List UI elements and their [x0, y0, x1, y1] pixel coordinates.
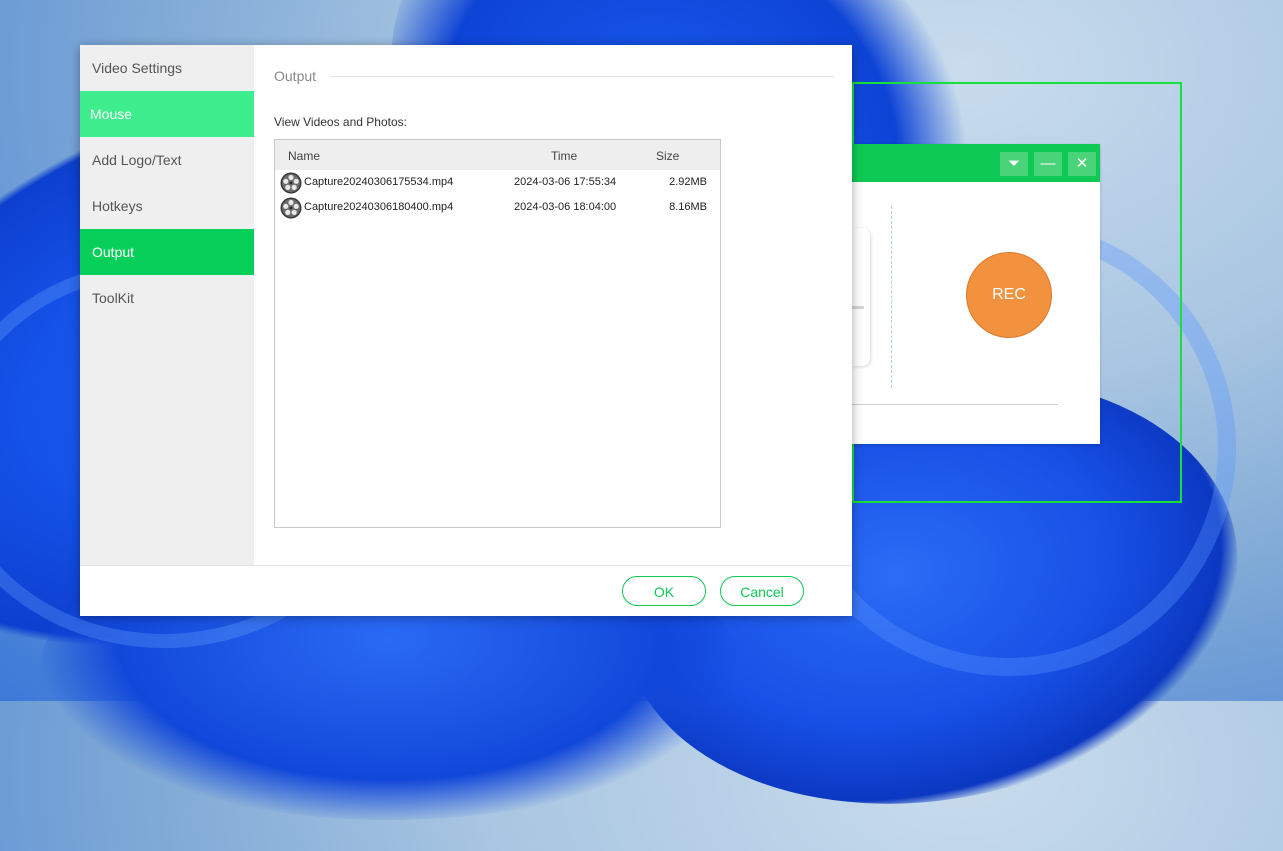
output-panel: Output View Videos and Photos: Name Time…	[254, 45, 852, 565]
sidebar-item-add-logo-text[interactable]: Add Logo/Text	[80, 137, 254, 183]
dashed-divider	[891, 206, 892, 388]
file-list-header: Name Time Size	[275, 140, 720, 170]
rec-button[interactable]: REC	[966, 252, 1052, 338]
section-title: Output	[274, 68, 317, 84]
file-row[interactable]: Capture20240306175534.mp4 2024-03-06 17:…	[275, 170, 720, 195]
file-name: Capture20240306180400.mp4	[304, 201, 454, 213]
film-reel-icon	[280, 197, 302, 219]
file-list[interactable]: Name Time Size Capture20240306175534.mp4…	[274, 139, 721, 528]
file-time: 2024-03-06 18:04:00	[514, 201, 617, 213]
file-name: Capture20240306175534.mp4	[304, 176, 454, 188]
column-header-time[interactable]: Time	[551, 149, 577, 163]
minimize-button[interactable]: —	[1034, 152, 1062, 176]
dropdown-menu-icon[interactable]: ⏷	[1000, 152, 1028, 176]
cancel-button[interactable]: Cancel	[720, 576, 804, 606]
settings-sidebar: Video Settings Mouse Add Logo/Text Hotke…	[80, 45, 254, 565]
sidebar-item-video-settings[interactable]: Video Settings	[80, 45, 254, 91]
film-reel-icon	[280, 172, 302, 194]
column-header-name[interactable]: Name	[288, 149, 320, 163]
file-size: 8.16MB	[669, 201, 707, 213]
sidebar-item-mouse[interactable]: Mouse	[80, 91, 254, 137]
file-list-label: View Videos and Photos:	[274, 115, 407, 129]
panel-divider	[852, 306, 864, 309]
recorder-titlebar[interactable]: ⏷ — ✕	[852, 144, 1100, 182]
dialog-footer: OK Cancel	[80, 565, 852, 616]
close-button[interactable]: ✕	[1068, 152, 1096, 176]
sidebar-item-output[interactable]: Output	[80, 229, 254, 275]
recorder-divider	[852, 404, 1058, 405]
file-size: 2.92MB	[669, 176, 707, 188]
settings-dialog: Video Settings Mouse Add Logo/Text Hotke…	[80, 45, 852, 616]
recorder-window: ⏷ — ✕ REC	[852, 144, 1100, 444]
sidebar-item-toolkit[interactable]: ToolKit	[80, 275, 254, 321]
recorder-side-panel	[852, 228, 870, 366]
column-header-size[interactable]: Size	[656, 149, 679, 163]
file-time: 2024-03-06 17:55:34	[514, 176, 617, 188]
ok-button[interactable]: OK	[622, 576, 706, 606]
sidebar-item-hotkeys[interactable]: Hotkeys	[80, 183, 254, 229]
section-divider	[330, 76, 835, 77]
file-row[interactable]: Capture20240306180400.mp4 2024-03-06 18:…	[275, 195, 720, 220]
